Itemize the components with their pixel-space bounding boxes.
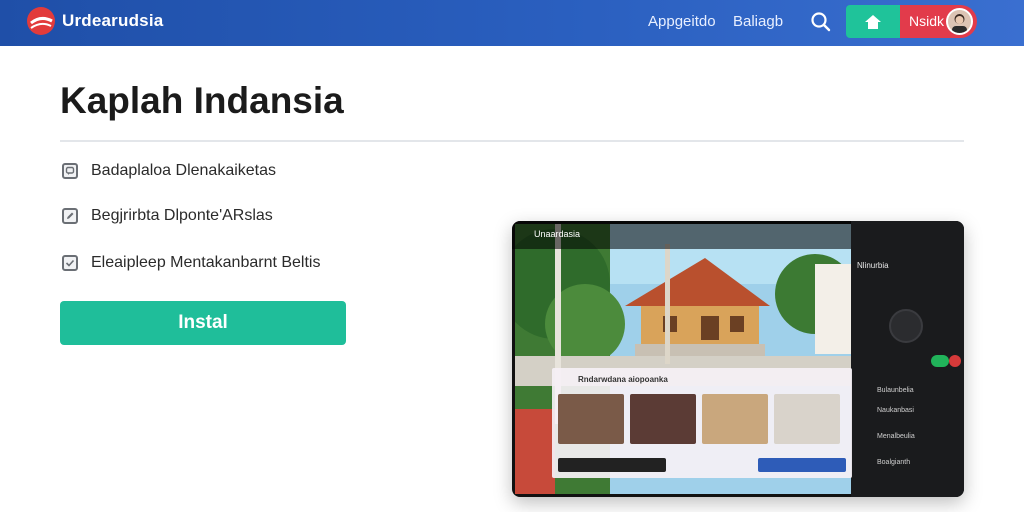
feature-label: Begjrirbta Dlponte'ARslas [91,207,273,224]
preview-panel-title: Rndarwdana aiopoanka [578,375,668,384]
call-accept-icon [931,355,949,367]
top-navbar: Urdearudsia Appgeitdo Baliagb Nsidk [0,0,1024,46]
feature-label: Eleaipleep Mentakanbarnt Beltis [91,254,321,271]
preview-video-panel: Rndarwdana aiopoanka [552,368,852,478]
edit-icon [62,208,78,224]
title-divider [60,140,964,142]
user-avatar-icon [948,10,971,33]
video-tile [630,394,696,444]
search-icon[interactable] [808,9,834,35]
preview-status-title: Unaardasia [534,229,581,239]
user-account-label: Nsidk [909,13,945,29]
preview-sidebar-item: Menalbeulia [877,433,915,440]
avatar [889,309,923,343]
flag-logo-icon[interactable] [26,6,56,36]
video-tile [774,394,840,444]
video-tile [702,394,768,444]
home-icon [865,15,881,29]
user-account-button[interactable]: Nsidk [900,5,977,38]
nav-link-baliagb[interactable]: Baliagb [733,13,783,30]
preview-sidebar: Nlinurbia Bulaunbelia Naukanbasi Menalbe… [851,221,964,497]
preview-toolbar [558,458,666,472]
page-title: Kaplah Indansia [60,80,344,121]
preview-action-bar [758,458,846,472]
preview-status-bar: Unaardasia [512,221,852,249]
nav-link-appgeitdo[interactable]: Appgeitdo [648,13,716,30]
app-preview-screenshot: Unaardasia Nlinurbia Bulaunbelia Naukanb… [512,221,964,497]
brand-name[interactable]: Urdearudsia [62,11,163,31]
preview-sidebar-heading: Nlinurbia [857,261,889,270]
home-button[interactable] [846,5,900,38]
chat-icon [62,163,78,179]
call-decline-icon [949,355,961,367]
check-icon [62,255,78,271]
feature-label: Badaplaloa Dlenakaiketas [91,162,277,179]
avatar [946,8,973,35]
preview-sidebar-item: Naukanbasi [877,407,914,414]
preview-sidebar-item: Boalgianth [877,459,911,466]
install-button[interactable]: Instal [60,301,346,345]
video-tile [558,394,624,444]
preview-sidebar-item: Bulaunbelia [877,387,914,394]
